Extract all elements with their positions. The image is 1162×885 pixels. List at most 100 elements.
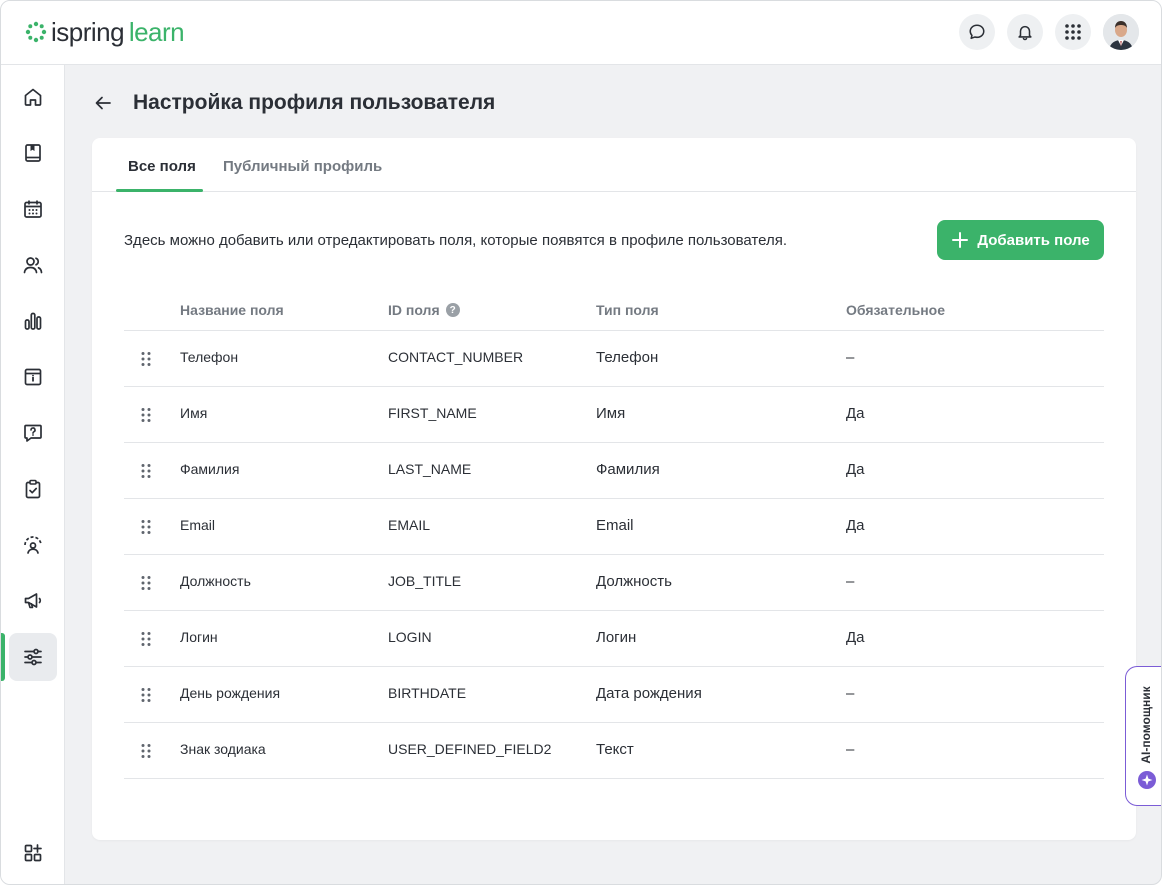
app-window: ispring learn Настройка профиля пользова… bbox=[0, 0, 1162, 885]
sidebar-item-announcements[interactable] bbox=[9, 577, 57, 625]
table-row[interactable]: День рождения BIRTHDATE Дата рождения – bbox=[124, 667, 1104, 723]
active-nav-indicator bbox=[1, 633, 5, 681]
field-required: Да bbox=[846, 405, 865, 422]
help-icon[interactable]: ? bbox=[445, 303, 460, 317]
sidebar-item-info[interactable] bbox=[9, 353, 57, 401]
notifications-button[interactable] bbox=[1007, 14, 1043, 50]
home-icon bbox=[24, 88, 42, 106]
table-row[interactable]: Имя FIRST_NAME Имя Да bbox=[124, 387, 1104, 443]
page-description: Здесь можно добавить или отредактировать… bbox=[124, 232, 788, 249]
drag-handle-icon[interactable] bbox=[140, 687, 152, 703]
chat-icon bbox=[969, 24, 985, 40]
field-required: – bbox=[846, 573, 855, 590]
table-header: Название поля ID поля? Тип поля Обязател… bbox=[124, 291, 1104, 331]
page-header: Настройка профиля пользователя bbox=[91, 91, 495, 115]
drag-handle-icon[interactable] bbox=[140, 743, 152, 759]
field-required: – bbox=[846, 685, 855, 702]
logo-text-learn: learn bbox=[128, 17, 185, 47]
field-type: Фамилия bbox=[596, 461, 660, 478]
field-name: Email bbox=[180, 517, 216, 533]
calendar-icon bbox=[24, 200, 42, 218]
user-photo bbox=[1103, 14, 1139, 50]
top-bar: ispring learn bbox=[1, 1, 1161, 65]
drag-handle-icon[interactable] bbox=[140, 463, 152, 479]
table-row[interactable]: Знак зодиака USER_DEFINED_FIELD2 Текст – bbox=[124, 723, 1104, 779]
sidebar-item-reports[interactable] bbox=[9, 297, 57, 345]
chat-button[interactable] bbox=[959, 14, 995, 50]
field-type: Текст bbox=[596, 741, 634, 758]
tab-all-fields[interactable]: Все поля bbox=[128, 158, 196, 175]
sidebar-item-tasks[interactable] bbox=[9, 465, 57, 513]
user-feedback-icon bbox=[24, 536, 42, 554]
fields-table: Название поля ID поля? Тип поля Обязател… bbox=[124, 291, 1104, 779]
table-row[interactable]: Телефон CONTACT_NUMBER Телефон – bbox=[124, 331, 1104, 387]
field-required: Да bbox=[846, 629, 865, 646]
field-name: Логин bbox=[180, 629, 218, 645]
column-header-name-label: Название поля bbox=[180, 302, 284, 318]
field-type: Должность bbox=[596, 573, 672, 590]
field-name: Имя bbox=[180, 405, 208, 421]
table-row[interactable]: Email EMAIL Email Да bbox=[124, 499, 1104, 555]
field-id: EMAIL bbox=[388, 517, 431, 533]
drag-handle-icon[interactable] bbox=[140, 575, 152, 591]
logo-text-ispring: ispring bbox=[51, 17, 125, 47]
bell-icon bbox=[1018, 25, 1032, 41]
field-required: – bbox=[846, 349, 855, 366]
field-name: Фамилия bbox=[180, 461, 240, 477]
field-id: CONTACT_NUMBER bbox=[388, 349, 524, 365]
field-id: USER_DEFINED_FIELD2 bbox=[388, 741, 552, 757]
logo-text: ispring learn bbox=[51, 17, 185, 47]
ai-assistant-label: AI-помощник bbox=[1138, 686, 1153, 764]
sidebar-item-calendar[interactable] bbox=[9, 185, 57, 233]
sidebar-item-feedback[interactable] bbox=[9, 521, 57, 569]
add-widgets-icon bbox=[24, 844, 42, 862]
users-icon bbox=[23, 257, 43, 274]
back-button[interactable] bbox=[91, 91, 115, 115]
column-header-type: Тип поля bbox=[596, 302, 659, 318]
field-id: FIRST_NAME bbox=[388, 405, 477, 421]
field-name: Телефон bbox=[180, 349, 239, 365]
table-row[interactable]: Должность JOB_TITLE Должность – bbox=[124, 555, 1104, 611]
sidebar-item-courses[interactable] bbox=[9, 129, 57, 177]
field-required: Да bbox=[846, 461, 865, 478]
column-header-name: Название поля bbox=[180, 302, 284, 318]
column-header-required: Обязательное bbox=[846, 302, 945, 318]
sidebar-item-settings[interactable] bbox=[9, 633, 57, 681]
field-id: LAST_NAME bbox=[388, 461, 472, 477]
column-header-id: ID поля? bbox=[388, 302, 460, 318]
drag-handle-icon[interactable] bbox=[140, 407, 152, 423]
ispring-learn-logo[interactable]: ispring learn bbox=[25, 17, 185, 47]
avatar[interactable] bbox=[1103, 14, 1139, 50]
table-row[interactable]: Фамилия LAST_NAME Фамилия Да bbox=[124, 443, 1104, 499]
apps-button[interactable] bbox=[1055, 14, 1091, 50]
drag-handle-icon[interactable] bbox=[140, 351, 152, 367]
field-name: Знак зодиака bbox=[180, 741, 266, 757]
drag-handle-icon[interactable] bbox=[140, 631, 152, 647]
tabs: Все поля Публичный профиль bbox=[92, 138, 1136, 192]
profile-settings-card: Все поля Публичный профиль Здесь можно д… bbox=[92, 138, 1136, 840]
tab-public-profile[interactable]: Публичный профиль bbox=[223, 158, 382, 175]
book-icon bbox=[25, 144, 41, 162]
sidebar-item-add-widgets[interactable] bbox=[9, 829, 57, 877]
field-type: Email bbox=[596, 517, 634, 534]
sidebar-item-questions[interactable] bbox=[9, 409, 57, 457]
table-row[interactable]: Логин LOGIN Логин Да bbox=[124, 611, 1104, 667]
arrow-left-icon bbox=[95, 96, 111, 110]
top-actions bbox=[959, 14, 1139, 50]
apps-grid-icon bbox=[1065, 24, 1081, 40]
sidebar-item-home[interactable] bbox=[9, 73, 57, 121]
logo-mark-icon bbox=[25, 21, 47, 43]
field-type: Телефон bbox=[596, 349, 659, 366]
field-required: Да bbox=[846, 517, 865, 534]
megaphone-icon bbox=[24, 593, 42, 609]
field-name: Должность bbox=[180, 573, 251, 589]
sidebar bbox=[1, 65, 65, 884]
ai-assistant-tab[interactable]: AI-помощник bbox=[1125, 666, 1161, 806]
add-field-button-label: Добавить поле bbox=[977, 231, 1090, 249]
drag-handle-icon[interactable] bbox=[140, 519, 152, 535]
column-header-type-label: Тип поля bbox=[596, 302, 659, 318]
add-field-button[interactable]: Добавить поле bbox=[937, 220, 1104, 260]
column-header-id-label: ID поля bbox=[388, 302, 440, 318]
field-type: Имя bbox=[596, 405, 626, 422]
sidebar-item-users[interactable] bbox=[9, 241, 57, 289]
